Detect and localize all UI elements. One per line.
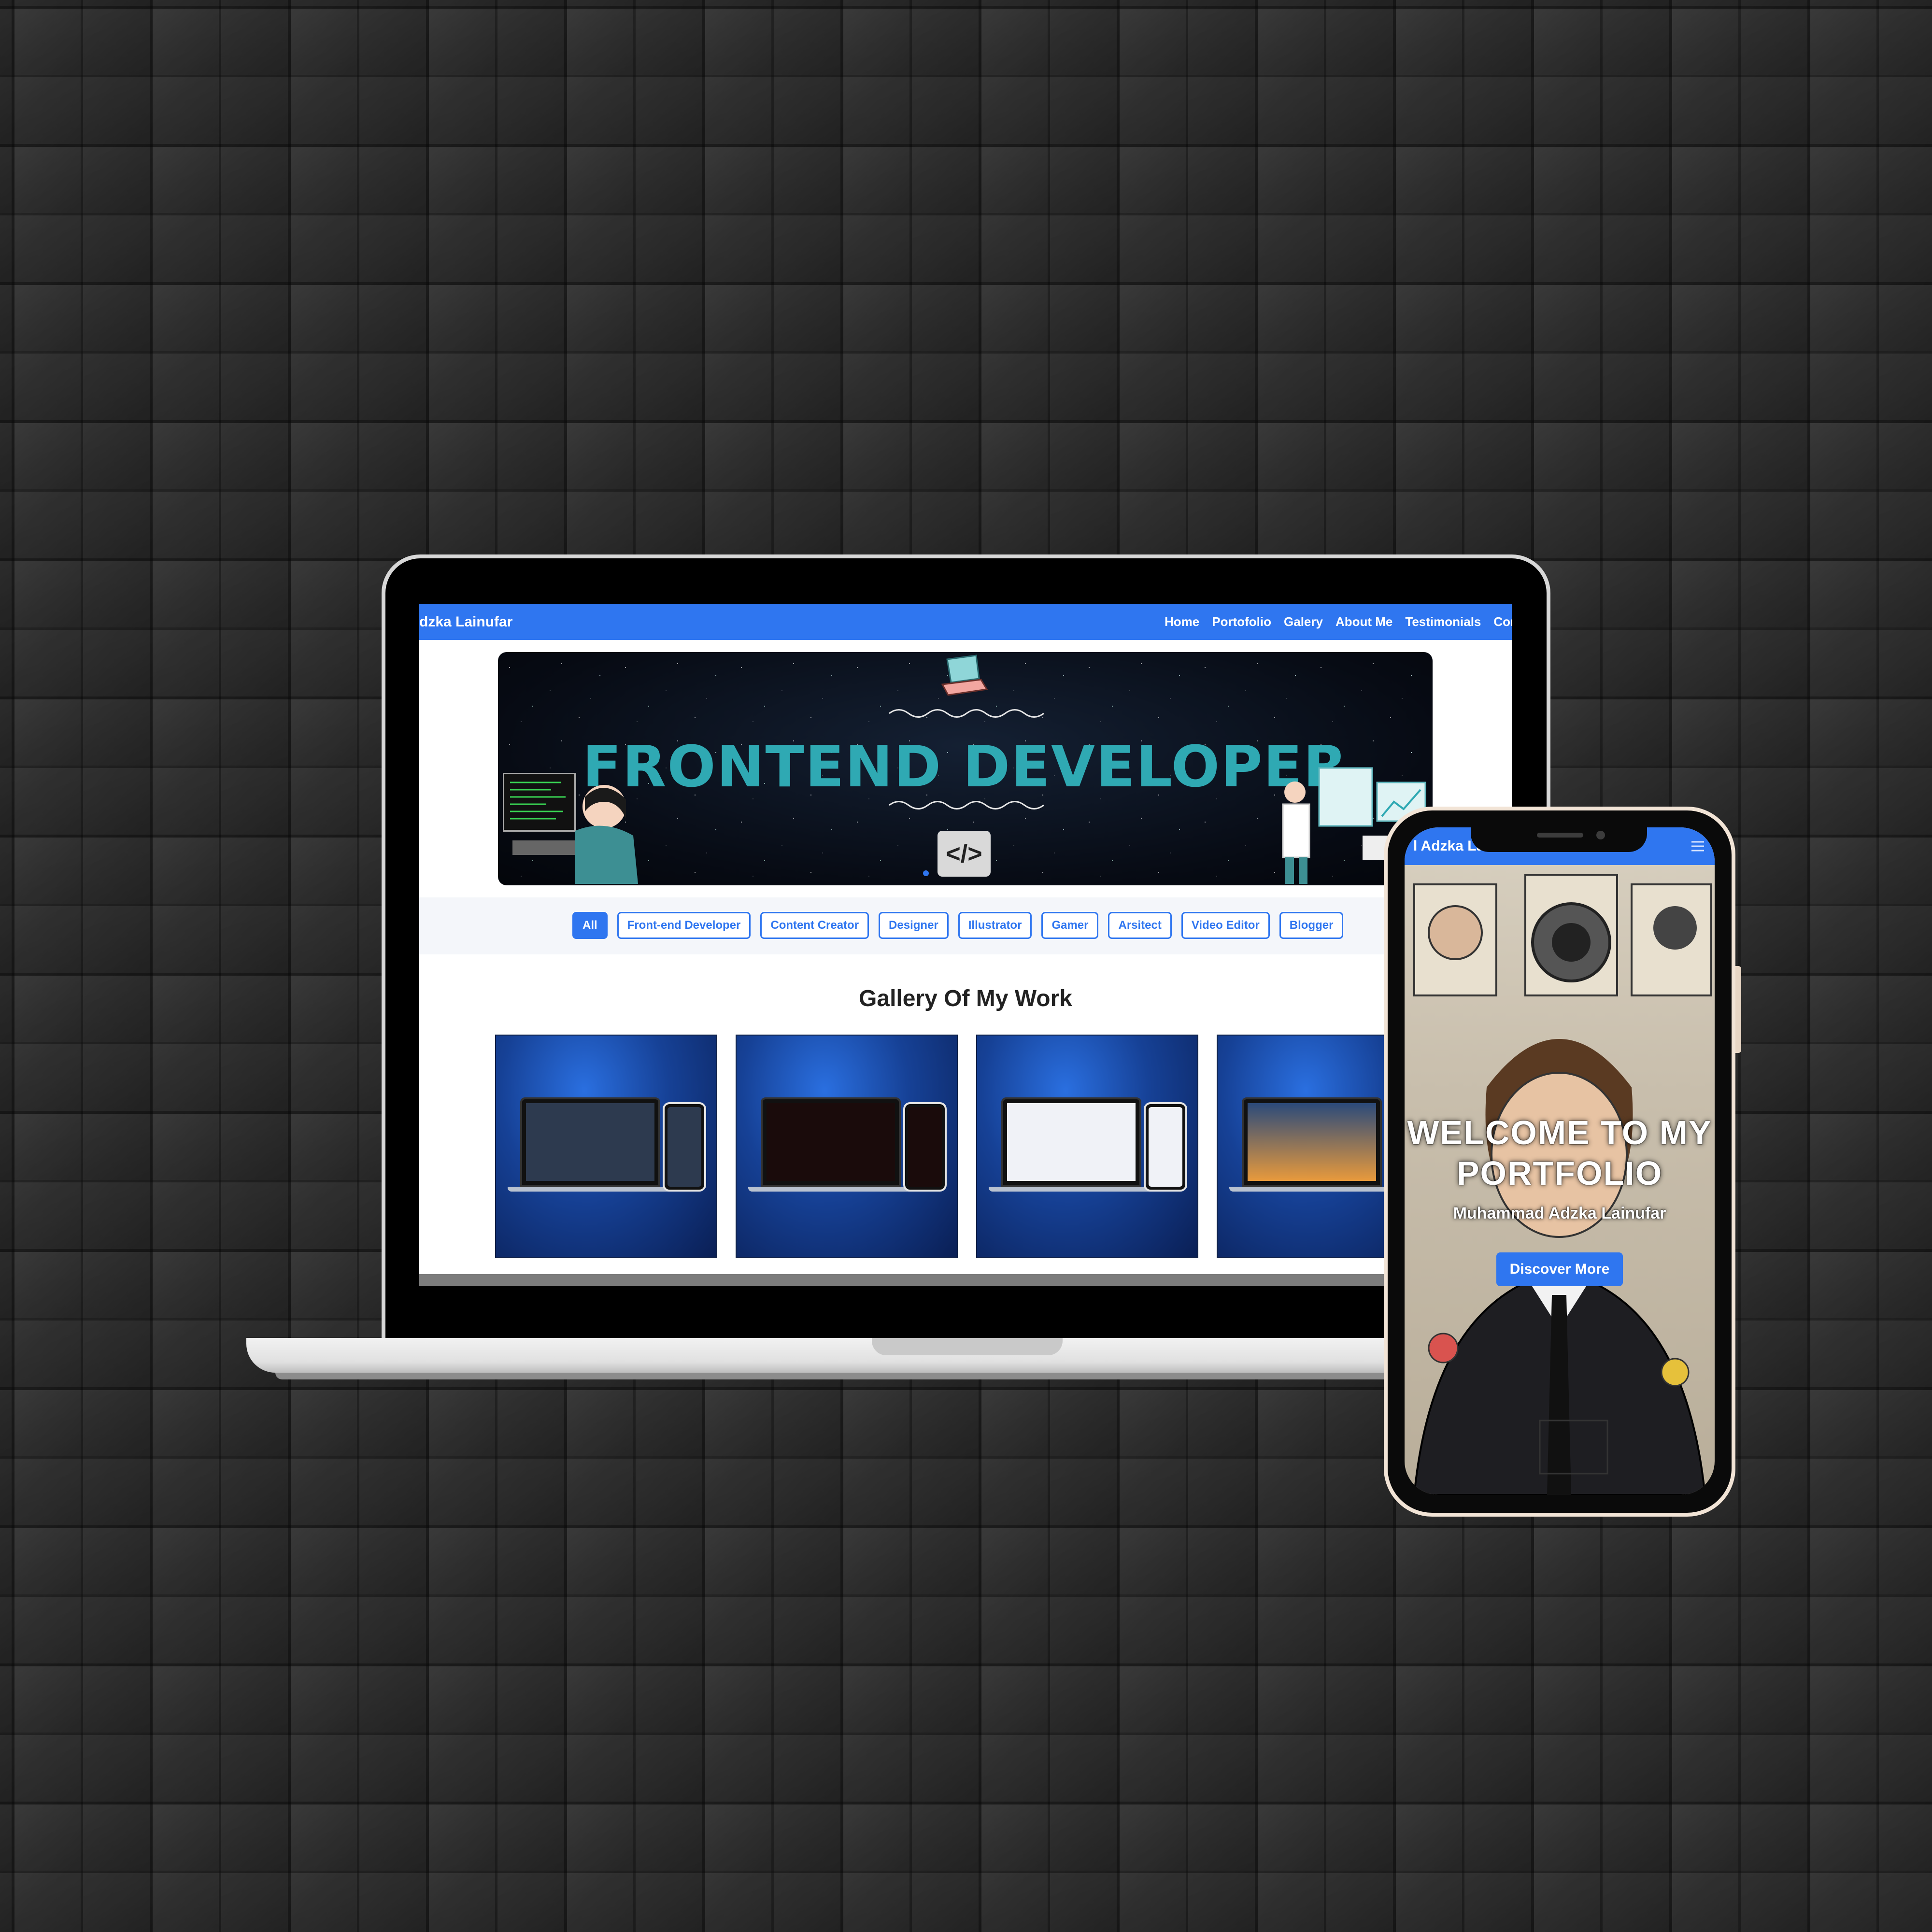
owner-name: Muhammad Adzka Lainufar [1453, 1204, 1666, 1222]
mockup-phone [663, 1102, 706, 1192]
filter-chip-content-creator[interactable]: Content Creator [760, 912, 869, 939]
nav-links: Home Portofolio Galery About Me Testimon… [1165, 604, 1512, 640]
gallery-card-3[interactable] [976, 1035, 1198, 1258]
navbar: dzka Lainufar Home Portofolio Galery Abo… [419, 604, 1512, 640]
code-icon: </> [938, 831, 991, 877]
gallery-grid [495, 1035, 1439, 1258]
filter-chip-all[interactable]: All [572, 912, 608, 939]
nav-link-portofolio[interactable]: Portofolio [1212, 614, 1271, 629]
mockup-laptop-base [748, 1187, 913, 1192]
filter-chip-blogger[interactable]: Blogger [1279, 912, 1344, 939]
mockup-laptop-base [1229, 1187, 1394, 1192]
coder-illustration [503, 773, 638, 884]
phone-camera [1596, 831, 1605, 839]
nav-link-galery[interactable]: Galery [1284, 614, 1323, 629]
wave-divider-top [889, 709, 1044, 718]
nav-link-contact[interactable]: Con [1493, 614, 1512, 629]
phone-notch [1471, 824, 1647, 852]
floating-laptop-icon [941, 654, 988, 696]
nav-link-about-me[interactable]: About Me [1335, 614, 1392, 629]
mockup-phone [903, 1102, 947, 1192]
laptop-trackpad-notch [872, 1338, 1063, 1355]
filter-chip-row: All Front-end Developer Content Creator … [572, 912, 1344, 939]
nav-link-testimonials[interactable]: Testimonials [1405, 614, 1481, 629]
welcome-heading: WELCOME TO MY PORTFOLIO [1407, 1114, 1712, 1192]
laptop-screen: dzka Lainufar Home Portofolio Galery Abo… [419, 604, 1512, 1286]
filter-chip-frontend-developer[interactable]: Front-end Developer [617, 912, 751, 939]
gallery-title: Gallery Of My Work [859, 986, 1072, 1011]
filter-chip-designer[interactable]: Designer [879, 912, 949, 939]
phone-screen: l Adzka La WELCOME TO MY PORTFOLIO Muham… [1405, 827, 1715, 1495]
discover-more-button[interactable]: Discover More [1496, 1252, 1623, 1286]
mockup-laptop [761, 1097, 901, 1187]
filter-chip-video-editor[interactable]: Video Editor [1181, 912, 1270, 939]
mockup-laptop [1242, 1097, 1382, 1187]
filter-chip-gamer[interactable]: Gamer [1041, 912, 1099, 939]
filter-chip-arsitect[interactable]: Arsitect [1108, 912, 1172, 939]
mockup-laptop-base [508, 1187, 673, 1192]
wave-divider-bottom [889, 801, 1044, 810]
brand-logo[interactable]: dzka Lainufar [419, 614, 512, 630]
horizontal-scrollbar[interactable] [419, 1274, 1512, 1286]
carousel-indicator[interactable] [923, 870, 929, 876]
mockup-phone [1144, 1102, 1187, 1192]
mockup-laptop [520, 1097, 660, 1187]
gallery-card-2[interactable] [736, 1035, 958, 1258]
gallery-card-1[interactable] [495, 1035, 717, 1258]
phone-speaker [1537, 833, 1583, 838]
filter-chip-illustrator[interactable]: Illustrator [958, 912, 1032, 939]
mockup-laptop-base [989, 1187, 1154, 1192]
filter-bar: All Front-end Developer Content Creator … [419, 897, 1512, 954]
mockup-laptop [1001, 1097, 1141, 1187]
hamburger-menu-icon[interactable] [1690, 838, 1706, 854]
phone-side-button [1735, 966, 1741, 1053]
nav-link-home[interactable]: Home [1165, 614, 1199, 629]
hero-banner[interactable]: FRONTEND DEVELOPER </> [498, 652, 1433, 885]
